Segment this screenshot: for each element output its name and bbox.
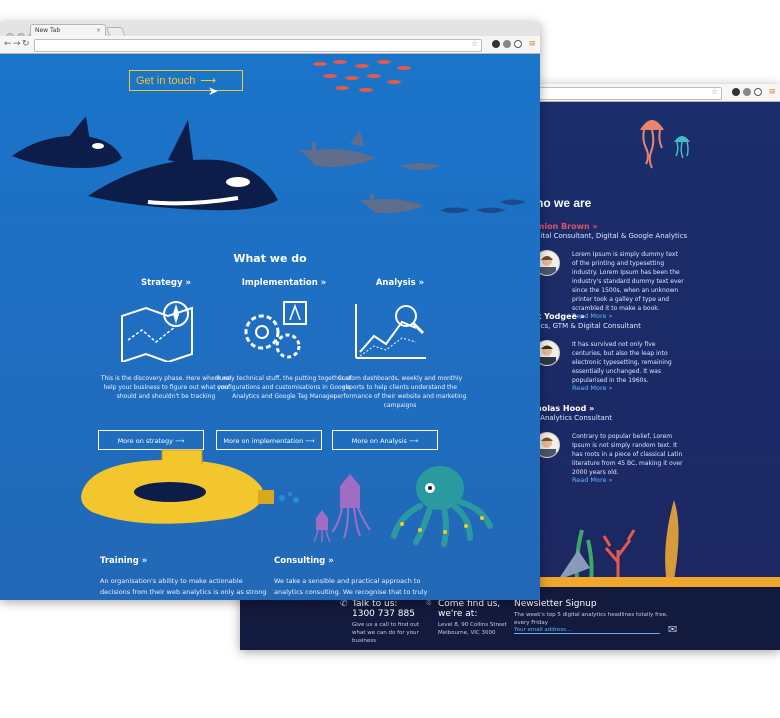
training-title[interactable]: Training » (100, 556, 147, 566)
service-analysis: Analysis » Custom dashboards, weekly and… (332, 278, 466, 450)
jellyfish-illustration (640, 120, 690, 169)
more-on-analysis-button[interactable]: More on Analysis ⟶ (332, 430, 438, 450)
member-bio: Lorem Ipsum is simply dummy text of the … (572, 251, 684, 312)
address-bar[interactable]: ☆ (34, 39, 482, 52)
read-more-link[interactable]: Read More » (572, 384, 613, 392)
team-member: mion Brown » gital Consultant, Digital &… (534, 222, 780, 320)
service-implementation: Implementation » Purely technical stuff,… (216, 278, 352, 450)
orca-whales-illustration (12, 116, 278, 211)
get-in-touch-button[interactable]: Get in touch ⟶ (129, 70, 243, 91)
arrow-right-icon: ⟶ (305, 437, 315, 445)
member-role: gital Consultant, Digital & Google Analy… (536, 232, 688, 240)
bookmark-star-icon[interactable]: ☆ (711, 87, 718, 96)
button-label: More on implementation (223, 437, 304, 445)
team-member: k Yodgee » tics, GTM & Digital Consultan… (534, 312, 780, 392)
mail-icon[interactable]: ✉ (668, 623, 677, 636)
newsletter-email-input[interactable]: Your email address... (514, 627, 660, 634)
extension-icon[interactable] (732, 88, 740, 96)
team-member: holas Hood » l Analytics Consultant Cont… (534, 404, 780, 484)
extension-icon[interactable] (492, 40, 500, 48)
service-title[interactable]: Implementation » (224, 278, 344, 288)
browser-toolbar: ← → ↻ ☆ ≡ (0, 36, 540, 53)
octopus-illustration (391, 466, 493, 547)
sharks-illustration (300, 130, 526, 214)
button-label: More on Analysis (351, 437, 407, 445)
consulting-text: We take a sensible and practical approac… (274, 577, 449, 600)
back-icon[interactable]: ← (4, 39, 12, 49)
footer-phone[interactable]: 1300 737 885 (352, 609, 415, 619)
seabed-plants-illustration (558, 500, 722, 591)
extension-icon[interactable] (743, 88, 751, 96)
footer-talk-title: Talk to us: (352, 599, 398, 609)
reload-icon[interactable]: ↻ (22, 39, 30, 49)
footer-address: Level 8, 90 Collins Street Melbourne, VI… (438, 622, 507, 636)
member-name[interactable]: k Yodgee » (536, 312, 780, 321)
service-title[interactable]: Analysis » (340, 278, 460, 288)
member-name[interactable]: mion Brown » (536, 222, 780, 231)
browser-chrome: New Tab × ← → ↻ ☆ ≡ (0, 22, 540, 54)
info-icon[interactable] (514, 40, 522, 48)
map-compass-icon (121, 301, 193, 362)
service-strategy: Strategy » This is the discovery phase. … (98, 278, 231, 450)
info-icon[interactable] (754, 88, 762, 96)
fish-school-illustration (313, 60, 411, 92)
footer-find-title: Come find us, we're at: (438, 599, 501, 619)
chart-magnifier-icon (355, 304, 426, 359)
tab-title: New Tab (35, 27, 61, 34)
location-icon: ⌾ (426, 599, 432, 609)
section-title: What we do (233, 252, 307, 265)
front-browser-window: New Tab × ← → ↻ ☆ ≡ Get in touch ⟶ ➤ Wha… (0, 22, 540, 600)
menu-icon[interactable]: ≡ (768, 87, 776, 97)
front-page-content: Get in touch ⟶ ➤ What we do Strategy » T… (0, 54, 540, 600)
member-bio: It has survived not only five centuries,… (572, 341, 672, 384)
member-role: l Analytics Consultant (536, 414, 613, 422)
browser-tab[interactable]: New Tab × (30, 24, 106, 36)
mouse-cursor-icon: ➤ (208, 84, 219, 98)
member-name[interactable]: holas Hood » (536, 404, 780, 413)
section-title: ho we are (536, 196, 592, 210)
consulting-title[interactable]: Consulting » (274, 556, 334, 566)
arrow-right-icon: ⟶ (175, 437, 185, 445)
forward-icon[interactable]: → (13, 39, 21, 49)
bookmark-star-icon[interactable]: ☆ (471, 39, 478, 48)
member-bio: Contrary to popular belief, Lorem Ipsum … (572, 433, 683, 476)
squid-illustration (313, 474, 371, 543)
gears-icon (244, 301, 307, 359)
footer-talk-text: Give us a call to find out what we can d… (352, 622, 420, 644)
phone-icon: ✆ (340, 599, 348, 609)
training-text: An organisation's ability to make action… (100, 577, 267, 600)
service-description: Custom dashboards, weekly and monthly re… (333, 375, 467, 409)
submarine-illustration (81, 449, 299, 524)
newsletter-title: Newsletter Signup (514, 599, 597, 609)
service-title[interactable]: Strategy » (106, 278, 226, 288)
tab-strip: New Tab × (0, 22, 540, 41)
button-label: More on strategy (117, 437, 174, 445)
menu-icon[interactable]: ≡ (528, 39, 536, 49)
service-description: This is the discovery phase. Here where … (100, 375, 232, 400)
newsletter-text: The week's top 5 digital analytics headl… (514, 612, 668, 626)
arrow-right-icon: ⟶ (408, 437, 419, 445)
member-role: tics, GTM & Digital Consultant (536, 322, 641, 330)
cta-label: Get in touch (136, 75, 196, 87)
extension-icon[interactable] (503, 40, 511, 48)
